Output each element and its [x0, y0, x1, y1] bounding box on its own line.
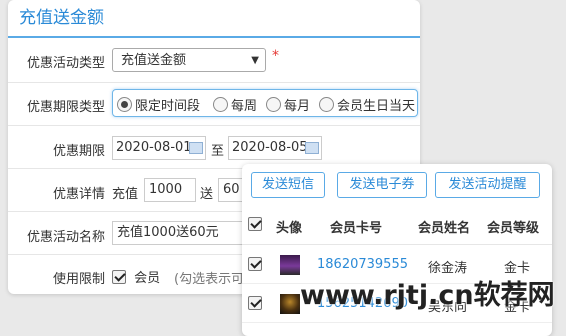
period-type-label: 优惠期限类型 [26, 100, 105, 115]
col-avatar: 头像 [276, 221, 303, 236]
send-activity-reminder-button[interactable]: 发送活动提醒 [435, 172, 540, 198]
card-number[interactable]: 18620739555 [317, 257, 408, 272]
name-label: 优惠活动名称 [26, 230, 105, 245]
row-period: 优惠期限 2020-08-01 至 2020-08-05 [8, 126, 420, 169]
checkbox-checked-icon [112, 270, 126, 284]
member-checkbox[interactable]: 会员 [112, 267, 160, 286]
col-member-level: 会员等级 [487, 221, 540, 236]
recharge-amount-value: 1000 [149, 182, 183, 197]
watermark-text: www.rjtj.cn软荐网 [300, 280, 555, 311]
checkbox-checked-icon [248, 296, 262, 310]
end-date-value: 2020-08-05 [232, 140, 308, 155]
date-separator: 至 [211, 144, 225, 159]
radio-icon [213, 97, 228, 112]
promo-name-value: 充值1000送60元 [117, 225, 219, 240]
radio-selected-icon [117, 97, 132, 112]
recharge-text: 充值 [112, 187, 139, 202]
required-mark: * [272, 48, 279, 64]
period-label: 优惠期限 [52, 144, 105, 159]
start-date-value: 2020-08-01 [116, 140, 192, 155]
calendar-icon[interactable] [189, 142, 203, 154]
start-date-input[interactable]: 2020-08-01 [112, 136, 206, 160]
limit-label: 使用限制 [52, 272, 105, 287]
select-all-checkbox[interactable] [248, 217, 262, 233]
chevron-down-icon: ▼ [251, 55, 259, 66]
radio-limited-period[interactable]: 限定时间段 [117, 95, 200, 114]
recharge-amount-input[interactable]: 1000 [144, 178, 196, 202]
radio-icon [266, 97, 281, 112]
checkbox-checked-icon [248, 217, 262, 231]
radio-label: 限定时间段 [135, 99, 201, 114]
give-text: 送 [200, 187, 214, 202]
end-date-input[interactable]: 2020-08-05 [228, 136, 322, 160]
panel-title: 充值送金额 [8, 0, 420, 38]
calendar-icon[interactable] [305, 142, 319, 154]
avatar [280, 255, 300, 275]
avatar [280, 294, 300, 314]
promo-type-select[interactable]: 充值送金额 ▼ [112, 48, 266, 72]
promo-name-input[interactable]: 充值1000送60元 [112, 221, 252, 245]
radio-monthly[interactable]: 每月 [266, 95, 310, 114]
promo-type-label: 优惠活动类型 [26, 56, 105, 71]
row-promo-type: 优惠活动类型 充值送金额 ▼ * [8, 38, 420, 83]
radio-weekly[interactable]: 每周 [213, 95, 257, 114]
col-member-name: 会员姓名 [418, 221, 471, 236]
row-checkbox[interactable] [248, 296, 262, 312]
radio-member-birthday[interactable]: 会员生日当天 [319, 95, 415, 114]
table-header: 头像 会员卡号 会员姓名 会员等级 [242, 206, 552, 245]
member-checkbox-label: 会员 [134, 271, 161, 286]
radio-label: 会员生日当天 [337, 99, 416, 114]
radio-label: 每周 [231, 99, 258, 114]
promo-type-value: 充值送金额 [121, 53, 187, 68]
limit-hint: (勾选表示可 [174, 272, 245, 287]
period-type-radio-group: 限定时间段 每周 每月 会员生日当天 [112, 89, 418, 117]
row-period-type: 优惠期限类型 限定时间段 每周 每月 会员生日当天 [8, 83, 420, 126]
send-sms-button[interactable]: 发送短信 [251, 172, 325, 198]
radio-icon [319, 97, 334, 112]
send-ecoupon-button[interactable]: 发送电子券 [337, 172, 427, 198]
detail-label: 优惠详情 [52, 187, 105, 202]
give-amount-value: 60 [223, 182, 240, 197]
checkbox-checked-icon [248, 257, 262, 271]
col-card-number: 会员卡号 [330, 221, 383, 236]
row-checkbox[interactable] [248, 257, 262, 273]
radio-label: 每月 [284, 99, 311, 114]
